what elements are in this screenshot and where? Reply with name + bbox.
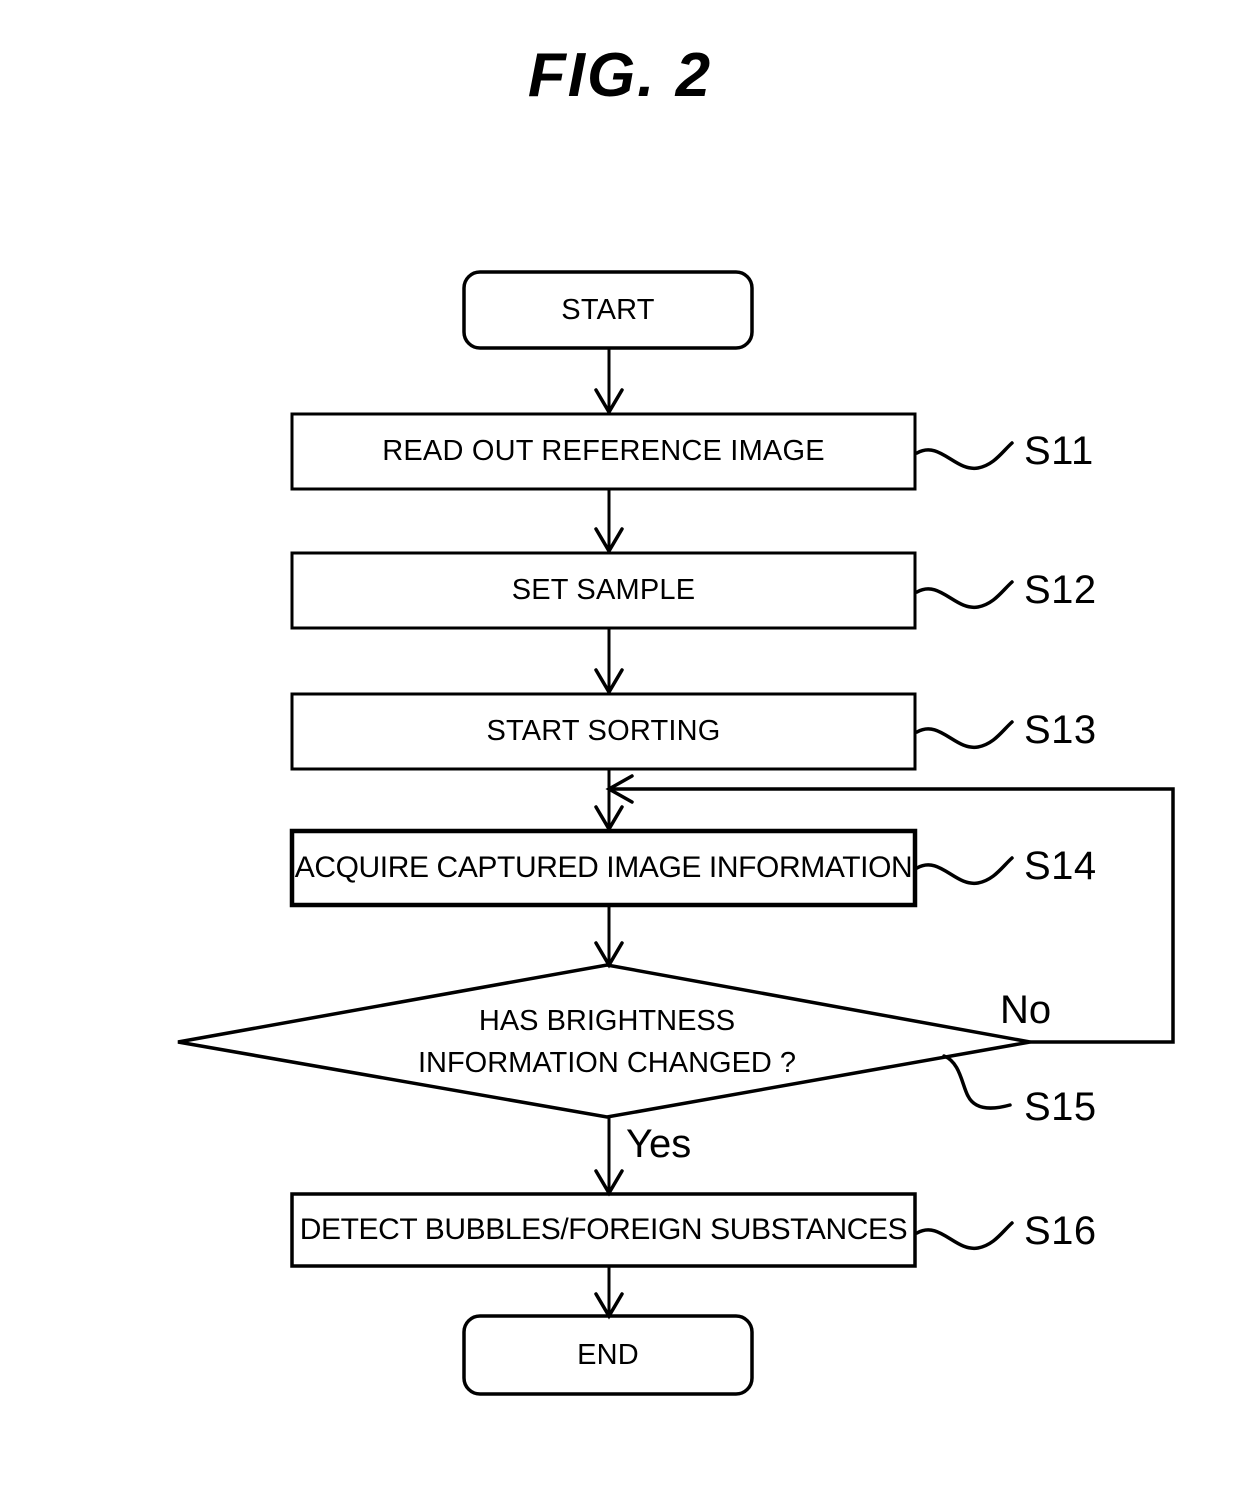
- connector-s16-to-end: [594, 1266, 624, 1320]
- step-tag-s14: S14: [1024, 844, 1097, 888]
- node-label-s16: DETECT BUBBLES/FOREIGN SUBSTANCES: [299, 1213, 908, 1247]
- node-label-s11: READ OUT REFERENCE IMAGE: [382, 435, 825, 468]
- node-label-s12: SET SAMPLE: [511, 574, 696, 607]
- step-tag-s16: S16: [1024, 1209, 1097, 1253]
- node-label-s13: START SORTING: [486, 715, 721, 748]
- leader-s16: [915, 1221, 1014, 1250]
- connector-s12-to-s13: [594, 628, 624, 696]
- step-tag-s12: S12: [1024, 568, 1097, 612]
- leader-s12: [915, 580, 1014, 609]
- connector-s15-yes-to-s16: [594, 1117, 624, 1197]
- node-label-start: START: [561, 293, 655, 326]
- node-label-s15-line1: HAS BRIGHTNESS: [478, 1005, 736, 1037]
- step-tag-s11: S11: [1024, 429, 1094, 473]
- leader-s14: [915, 856, 1014, 885]
- leader-s11: [915, 441, 1014, 470]
- connector-start-to-s11: [594, 348, 624, 416]
- connector-s13-to-s14: [594, 769, 624, 833]
- node-label-s15-line2: INFORMATION CHANGED ?: [417, 1047, 797, 1080]
- branch-label-yes: Yes: [626, 1122, 692, 1166]
- connector-s14-to-s15: [594, 905, 624, 969]
- branch-label-no: No: [1000, 988, 1052, 1032]
- node-label-s15: HAS BRIGHTNESS INFORMATION CHANGED ?: [357, 1000, 857, 1084]
- leader-s15: [942, 1054, 1012, 1110]
- node-label-s14: ACQUIRE CAPTURED IMAGE INFORMATION: [294, 851, 913, 885]
- node-label-end: END: [577, 1338, 639, 1371]
- figure-root: FIG. 2 START READ OUT REFERENCE IMAGE SE…: [0, 0, 1240, 1500]
- step-tag-s13: S13: [1024, 708, 1097, 752]
- step-tag-s15: S15: [1024, 1085, 1097, 1129]
- leader-s13: [915, 720, 1014, 749]
- connector-s11-to-s12: [594, 489, 624, 555]
